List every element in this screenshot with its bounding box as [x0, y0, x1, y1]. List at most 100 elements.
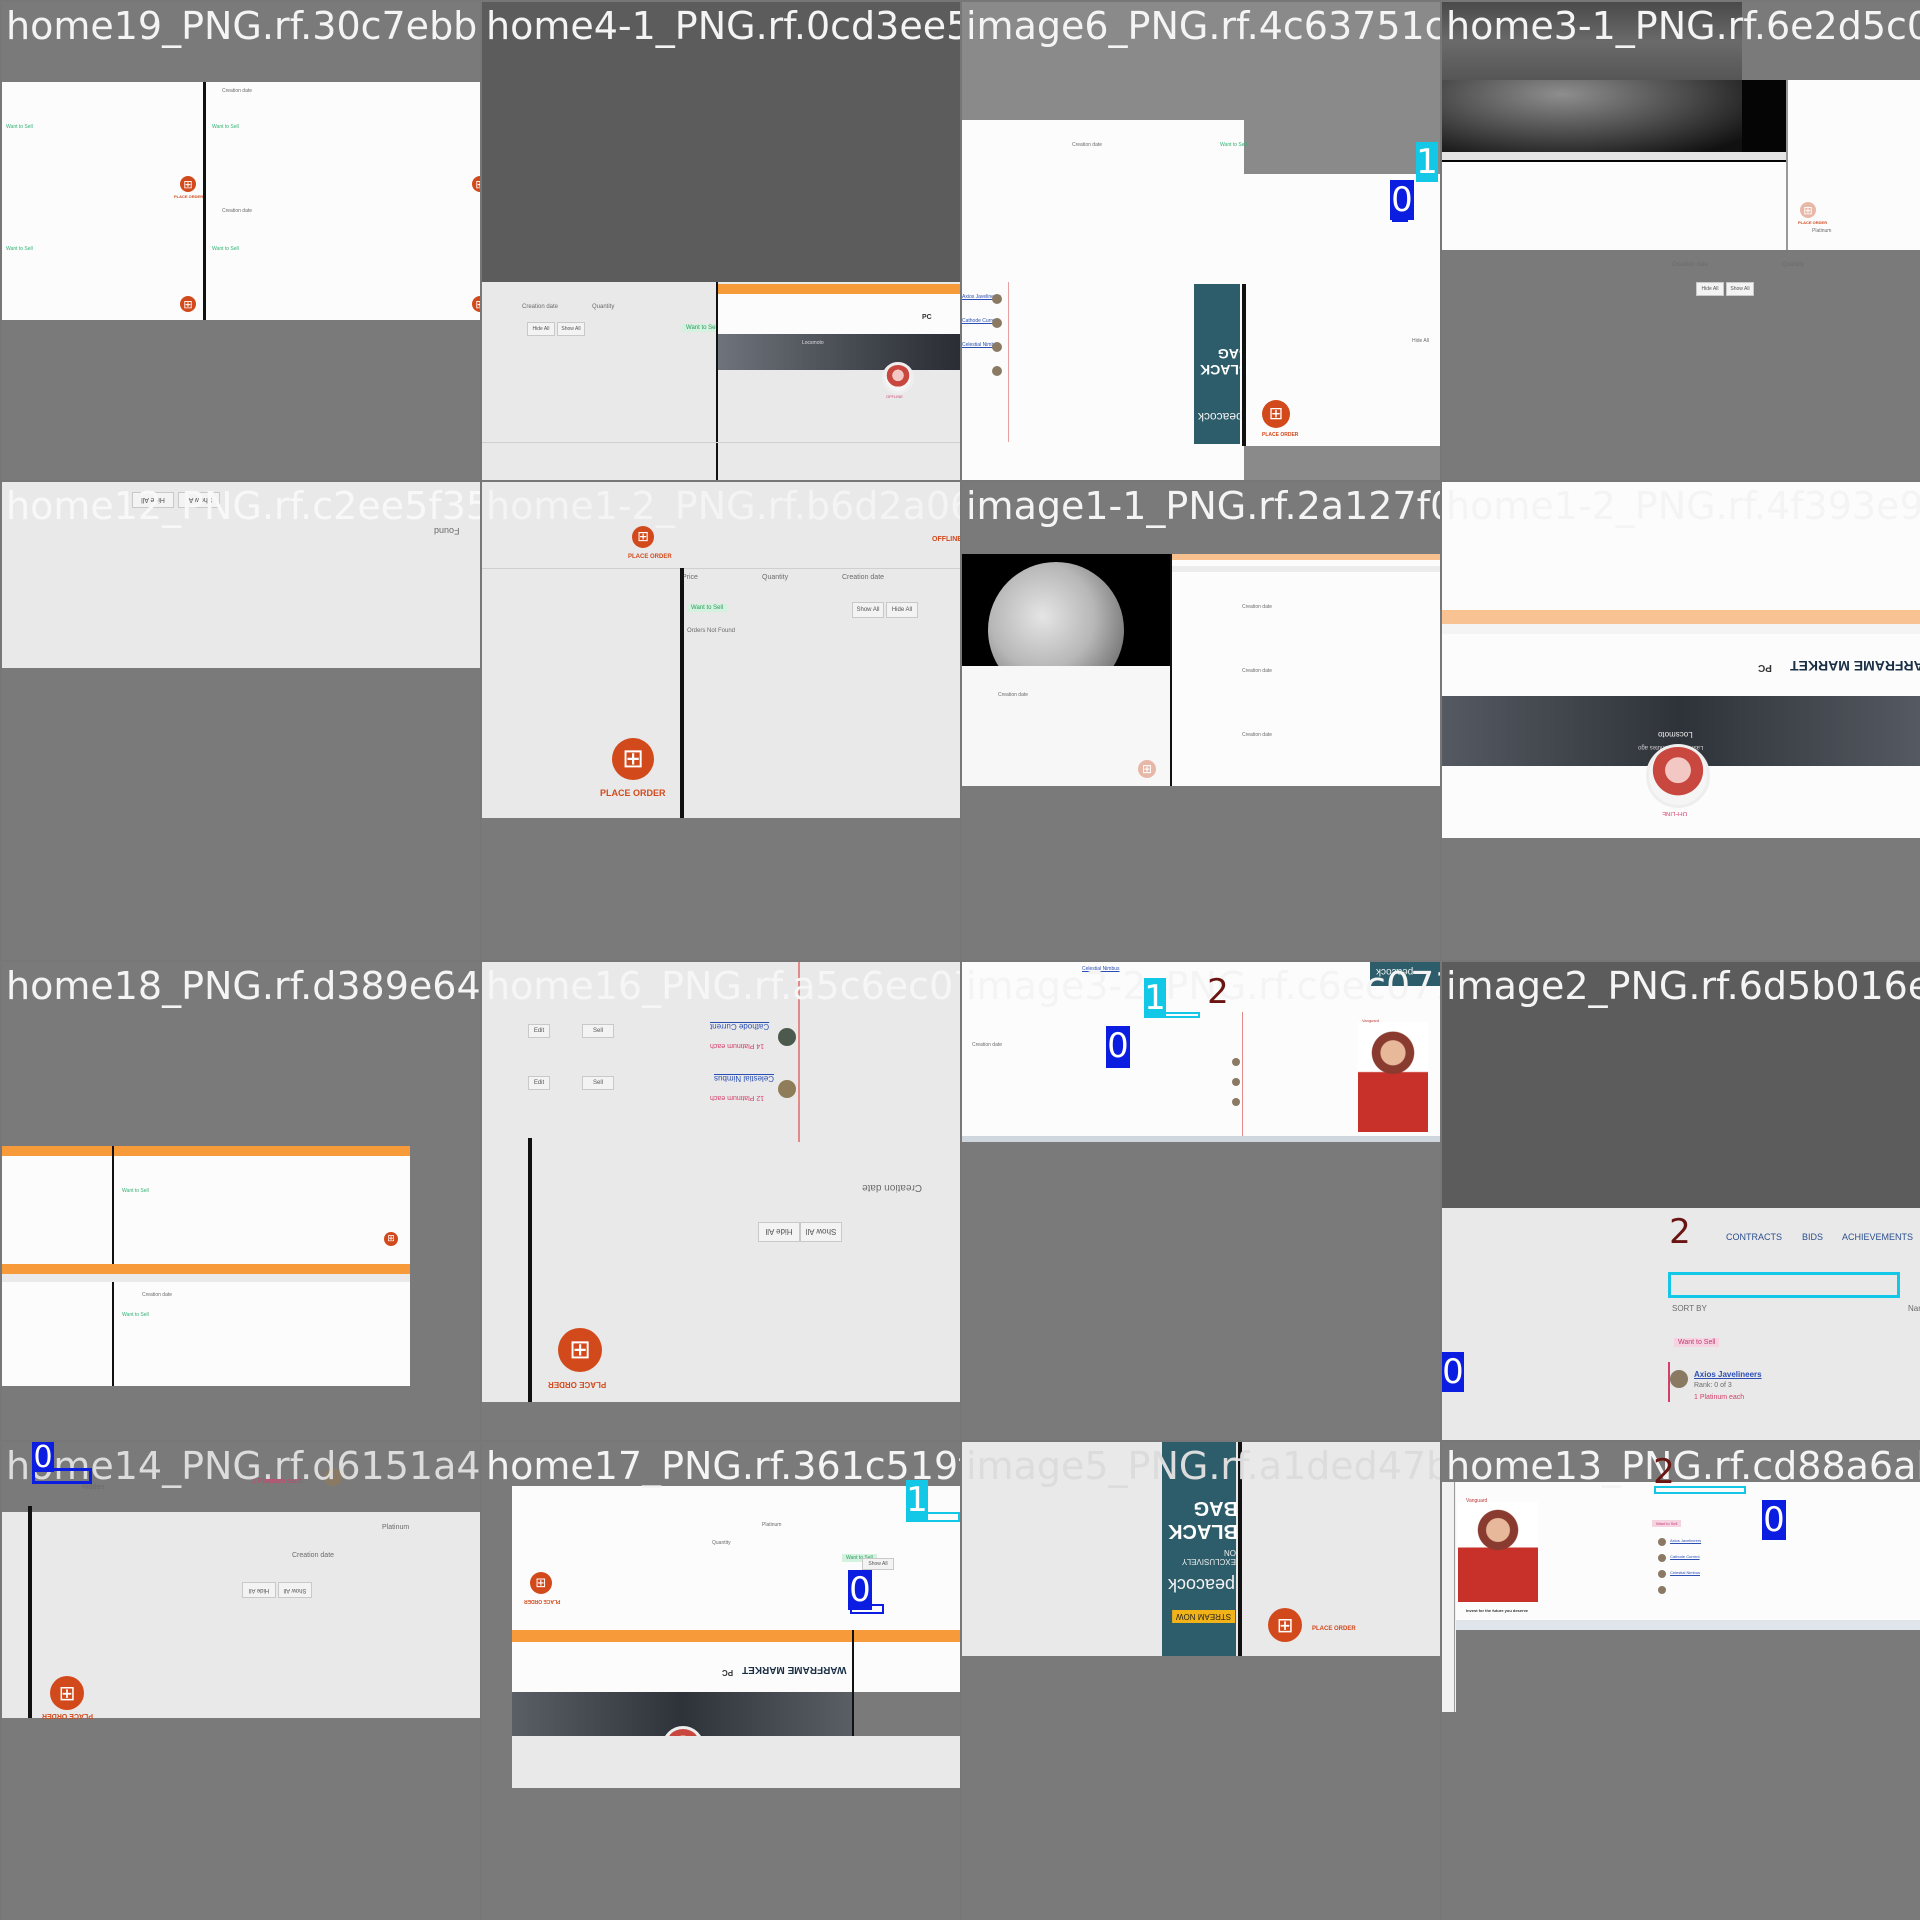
edit-button[interactable]: Edit	[528, 1024, 550, 1038]
tile-home4-1: home4-1_PNG.rf.0cd3ee548bb35d61a8ca9a50d…	[482, 2, 960, 480]
divider-line	[716, 282, 718, 480]
show-all-button[interactable]: Show All	[1726, 282, 1754, 296]
place-order-button[interactable]: ⊞	[558, 1328, 602, 1372]
row-divider	[482, 442, 960, 443]
item-link[interactable]: Cathode Current	[710, 1022, 769, 1031]
plus-icon: ⊞	[535, 1575, 547, 1591]
site-logo[interactable]: WARFRAME MARKET	[1790, 658, 1920, 674]
site-logo[interactable]: WARFRAME MARKET	[742, 1664, 846, 1675]
place-order-button[interactable]: ⊞	[384, 1232, 398, 1246]
sell-select[interactable]: Sell	[582, 1076, 614, 1090]
show-all-button[interactable]: Show All	[852, 602, 884, 618]
place-order-button[interactable]: ⊞	[1268, 1608, 1302, 1642]
browser-tabbar	[2, 1264, 410, 1274]
sell-select[interactable]: Sell	[582, 1024, 614, 1038]
mosaic-grid: home19_PNG.rf.30c7ebb1b4cf8ba41bd94e3a60…	[0, 0, 1920, 1920]
browser-toolbar	[1172, 566, 1440, 572]
vanguard-ad-image[interactable]	[1358, 1022, 1428, 1132]
screenshot-panel	[1172, 554, 1440, 786]
peacock-ad[interactable]: BLACK BAG peacock	[1194, 284, 1249, 444]
divider-line	[528, 1138, 532, 1402]
show-all-button[interactable]: Show All	[800, 1222, 842, 1242]
tab-achievements[interactable]: ACHIEVEMENTS	[1842, 1232, 1913, 1242]
peacock-ad[interactable]: BLACK BAG EXCLUSIVELY ON peacock STREAM …	[1162, 1442, 1238, 1656]
item-link[interactable]: Axios Javelineers	[1670, 1538, 1701, 1543]
want-to-sell-tag: Want to Sell	[687, 604, 728, 612]
tab-contracts[interactable]: CONTRACTS	[1726, 1232, 1782, 1242]
annotation-label-1: 1	[1144, 978, 1166, 1018]
annotation-label-1: 1	[1416, 142, 1438, 182]
item-link[interactable]: Cathode Current	[1670, 1554, 1700, 1559]
hide-all-button[interactable]: Hide All	[527, 322, 555, 336]
avatar	[1646, 744, 1710, 808]
place-order-button[interactable]: ⊞	[530, 1572, 552, 1594]
row-divider	[482, 568, 960, 569]
place-order-button[interactable]: ⊞	[612, 738, 654, 780]
platform-label: PC	[722, 1668, 734, 1677]
rank-text: Rank: 0 of 3	[1694, 1382, 1732, 1389]
hide-all-button[interactable]: Hide All	[758, 1222, 800, 1242]
item-link[interactable]: Celestial Nimbus	[1670, 1570, 1700, 1575]
tile-home17: home17_PNG.rf.361c519f35 Platinum Quanti…	[482, 1442, 960, 1920]
taskbar	[962, 1136, 1440, 1142]
edit-button[interactable]: Edit	[528, 1076, 550, 1090]
place-order-label: PLACE ORDER	[42, 1712, 93, 1719]
item-link[interactable]: Axios Javelineers	[1694, 1370, 1762, 1379]
vanguard-ad-image[interactable]	[1458, 1502, 1538, 1602]
show-all-button[interactable]: Show All	[278, 1582, 312, 1598]
place-order-button[interactable]: ⊞	[180, 176, 196, 192]
header-text: Creation date	[972, 1042, 1003, 1048]
item-icon	[1658, 1538, 1666, 1546]
hide-all-button[interactable]: Hide All	[1696, 282, 1724, 296]
taskbar	[1442, 152, 1786, 160]
tab-bids[interactable]: BIDS	[1802, 1232, 1823, 1242]
place-order-button[interactable]: ⊞	[632, 526, 654, 548]
divider-line	[1238, 1442, 1242, 1656]
item-icon	[1232, 1058, 1240, 1066]
header-text: Quantity	[712, 1540, 731, 1546]
price-text: 1 Platinum each	[252, 1478, 303, 1485]
ad-subtitle: EXCLUSIVELY ON	[1182, 1548, 1236, 1566]
place-order-label: PLACE ORDER	[174, 194, 204, 199]
found-text: Found	[434, 526, 460, 536]
want-to-sell-tag: Want to Sell	[1674, 1338, 1720, 1347]
show-all-button[interactable]: Show All	[557, 322, 585, 336]
show-all-button[interactable]: Show All	[862, 1558, 894, 1570]
show-all-button[interactable]: Show All	[178, 492, 220, 508]
plus-icon: ⊞	[58, 1681, 76, 1705]
moon-image	[1442, 80, 1742, 152]
annotation-label-2: 2	[1653, 1452, 1675, 1492]
item-icon	[1658, 1586, 1666, 1594]
tile-title: home18_PNG.rf.d389e642a	[6, 964, 480, 1008]
hide-all-button[interactable]: Hide All	[886, 602, 918, 618]
tile-image5: image5_PNG.rf.a1ded47b BLACK BAG EXCLUSI…	[962, 1442, 1440, 1920]
place-order-button[interactable]: ⊞	[1138, 760, 1156, 778]
plus-icon: ⊞	[1268, 404, 1284, 424]
item-icon	[992, 294, 1002, 304]
place-order-button[interactable]: ⊞	[1262, 400, 1290, 428]
header-text: Creation date	[1242, 668, 1273, 674]
place-order-button[interactable]: ⊞	[50, 1676, 84, 1710]
tile-image6: image6_PNG.rf.4c63751c3bbbcbf4533598ec0f…	[962, 2, 1440, 480]
tile-title: image2_PNG.rf.6d5b016e51	[1446, 964, 1920, 1008]
header-text: Quantity	[1782, 262, 1805, 268]
header-text: Creation date	[522, 304, 559, 310]
tile-title: image6_PNG.rf.4c63751c3bbbcbf4533598ec0f…	[966, 4, 1440, 48]
header-text: Creation date	[1242, 604, 1273, 610]
place-order-button[interactable]: ⊞	[180, 296, 196, 312]
divider-line	[28, 1506, 32, 1718]
sort-by-label: SORT BY	[1672, 1304, 1707, 1313]
item-link[interactable]: Celestial Nimbus	[1082, 966, 1120, 972]
tile-title: image1-1_PNG.rf.2a127f0a0a50d28df	[966, 484, 1440, 528]
item-icon	[1658, 1554, 1666, 1562]
annotation-label-0: 0	[1106, 1026, 1130, 1066]
peacock-ad[interactable]: peacock	[1370, 962, 1440, 986]
ad-brand: Vanguard	[1362, 1018, 1380, 1023]
place-order-button[interactable]: ⊞	[1800, 202, 1816, 218]
screenshot-panel	[2, 482, 480, 668]
ad-cta-button[interactable]: STREAM NOW	[1172, 1610, 1236, 1623]
hide-all-button[interactable]: Hide All	[132, 492, 174, 508]
item-link[interactable]: Celestial Nimbus	[714, 1074, 774, 1083]
screenshot-panel	[512, 1736, 960, 1788]
hide-all-button[interactable]: Hide All	[242, 1582, 276, 1598]
